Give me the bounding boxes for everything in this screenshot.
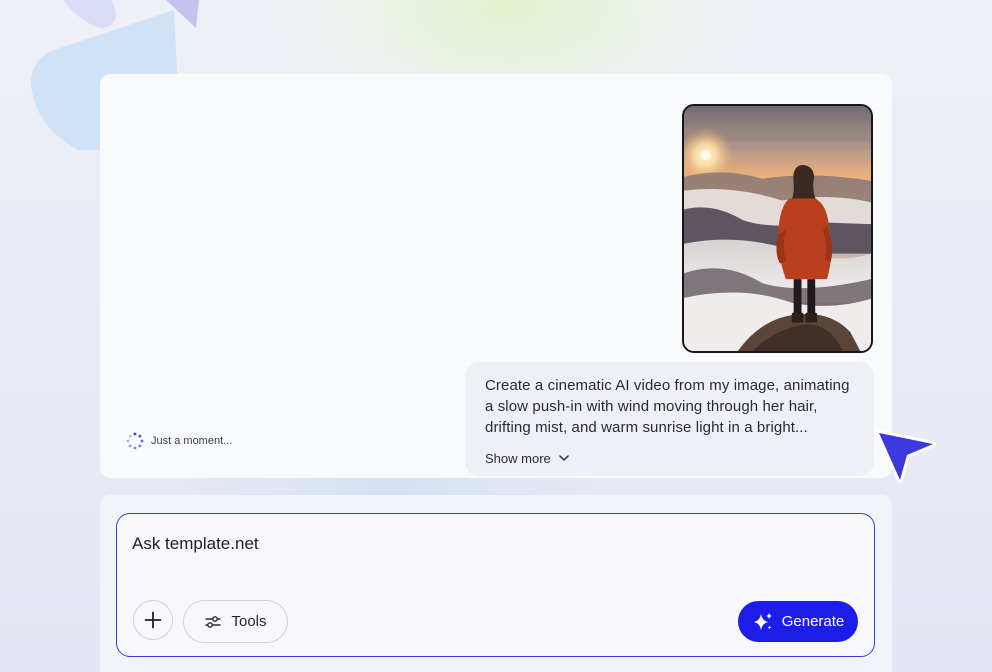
uploaded-image[interactable] xyxy=(682,104,873,353)
sparkles-icon xyxy=(753,612,772,630)
loading-indicator: Just a moment... xyxy=(126,432,232,450)
prompt-composer: Tools Generate xyxy=(116,513,875,657)
loading-text: Just a moment... xyxy=(151,435,233,447)
show-more-button[interactable]: Show more xyxy=(485,449,570,467)
add-attachment-button[interactable] xyxy=(133,600,173,640)
sliders-icon xyxy=(205,615,222,628)
message-line: a slow push-in with wind moving through … xyxy=(485,398,818,415)
plus-icon xyxy=(144,611,162,629)
chevron-down-icon xyxy=(559,455,569,461)
pointer-cursor-icon xyxy=(876,430,936,483)
tools-label: Tools xyxy=(231,613,267,630)
message-line: drifting mist, and warm sunrise light in… xyxy=(485,419,808,436)
prompt-input[interactable] xyxy=(132,532,832,556)
show-more-label: Show more xyxy=(485,450,551,466)
message-line: Create a cinematic AI video from my imag… xyxy=(485,377,850,394)
landscape-photo-icon xyxy=(684,106,871,351)
spinner-icon xyxy=(126,432,144,450)
generate-button[interactable]: Generate xyxy=(738,601,858,642)
user-message-bubble: Create a cinematic AI video from my imag… xyxy=(465,362,874,476)
generate-label: Generate xyxy=(781,613,845,630)
user-message-text: Create a cinematic AI video from my imag… xyxy=(485,375,865,438)
tools-button[interactable]: Tools xyxy=(183,600,288,643)
